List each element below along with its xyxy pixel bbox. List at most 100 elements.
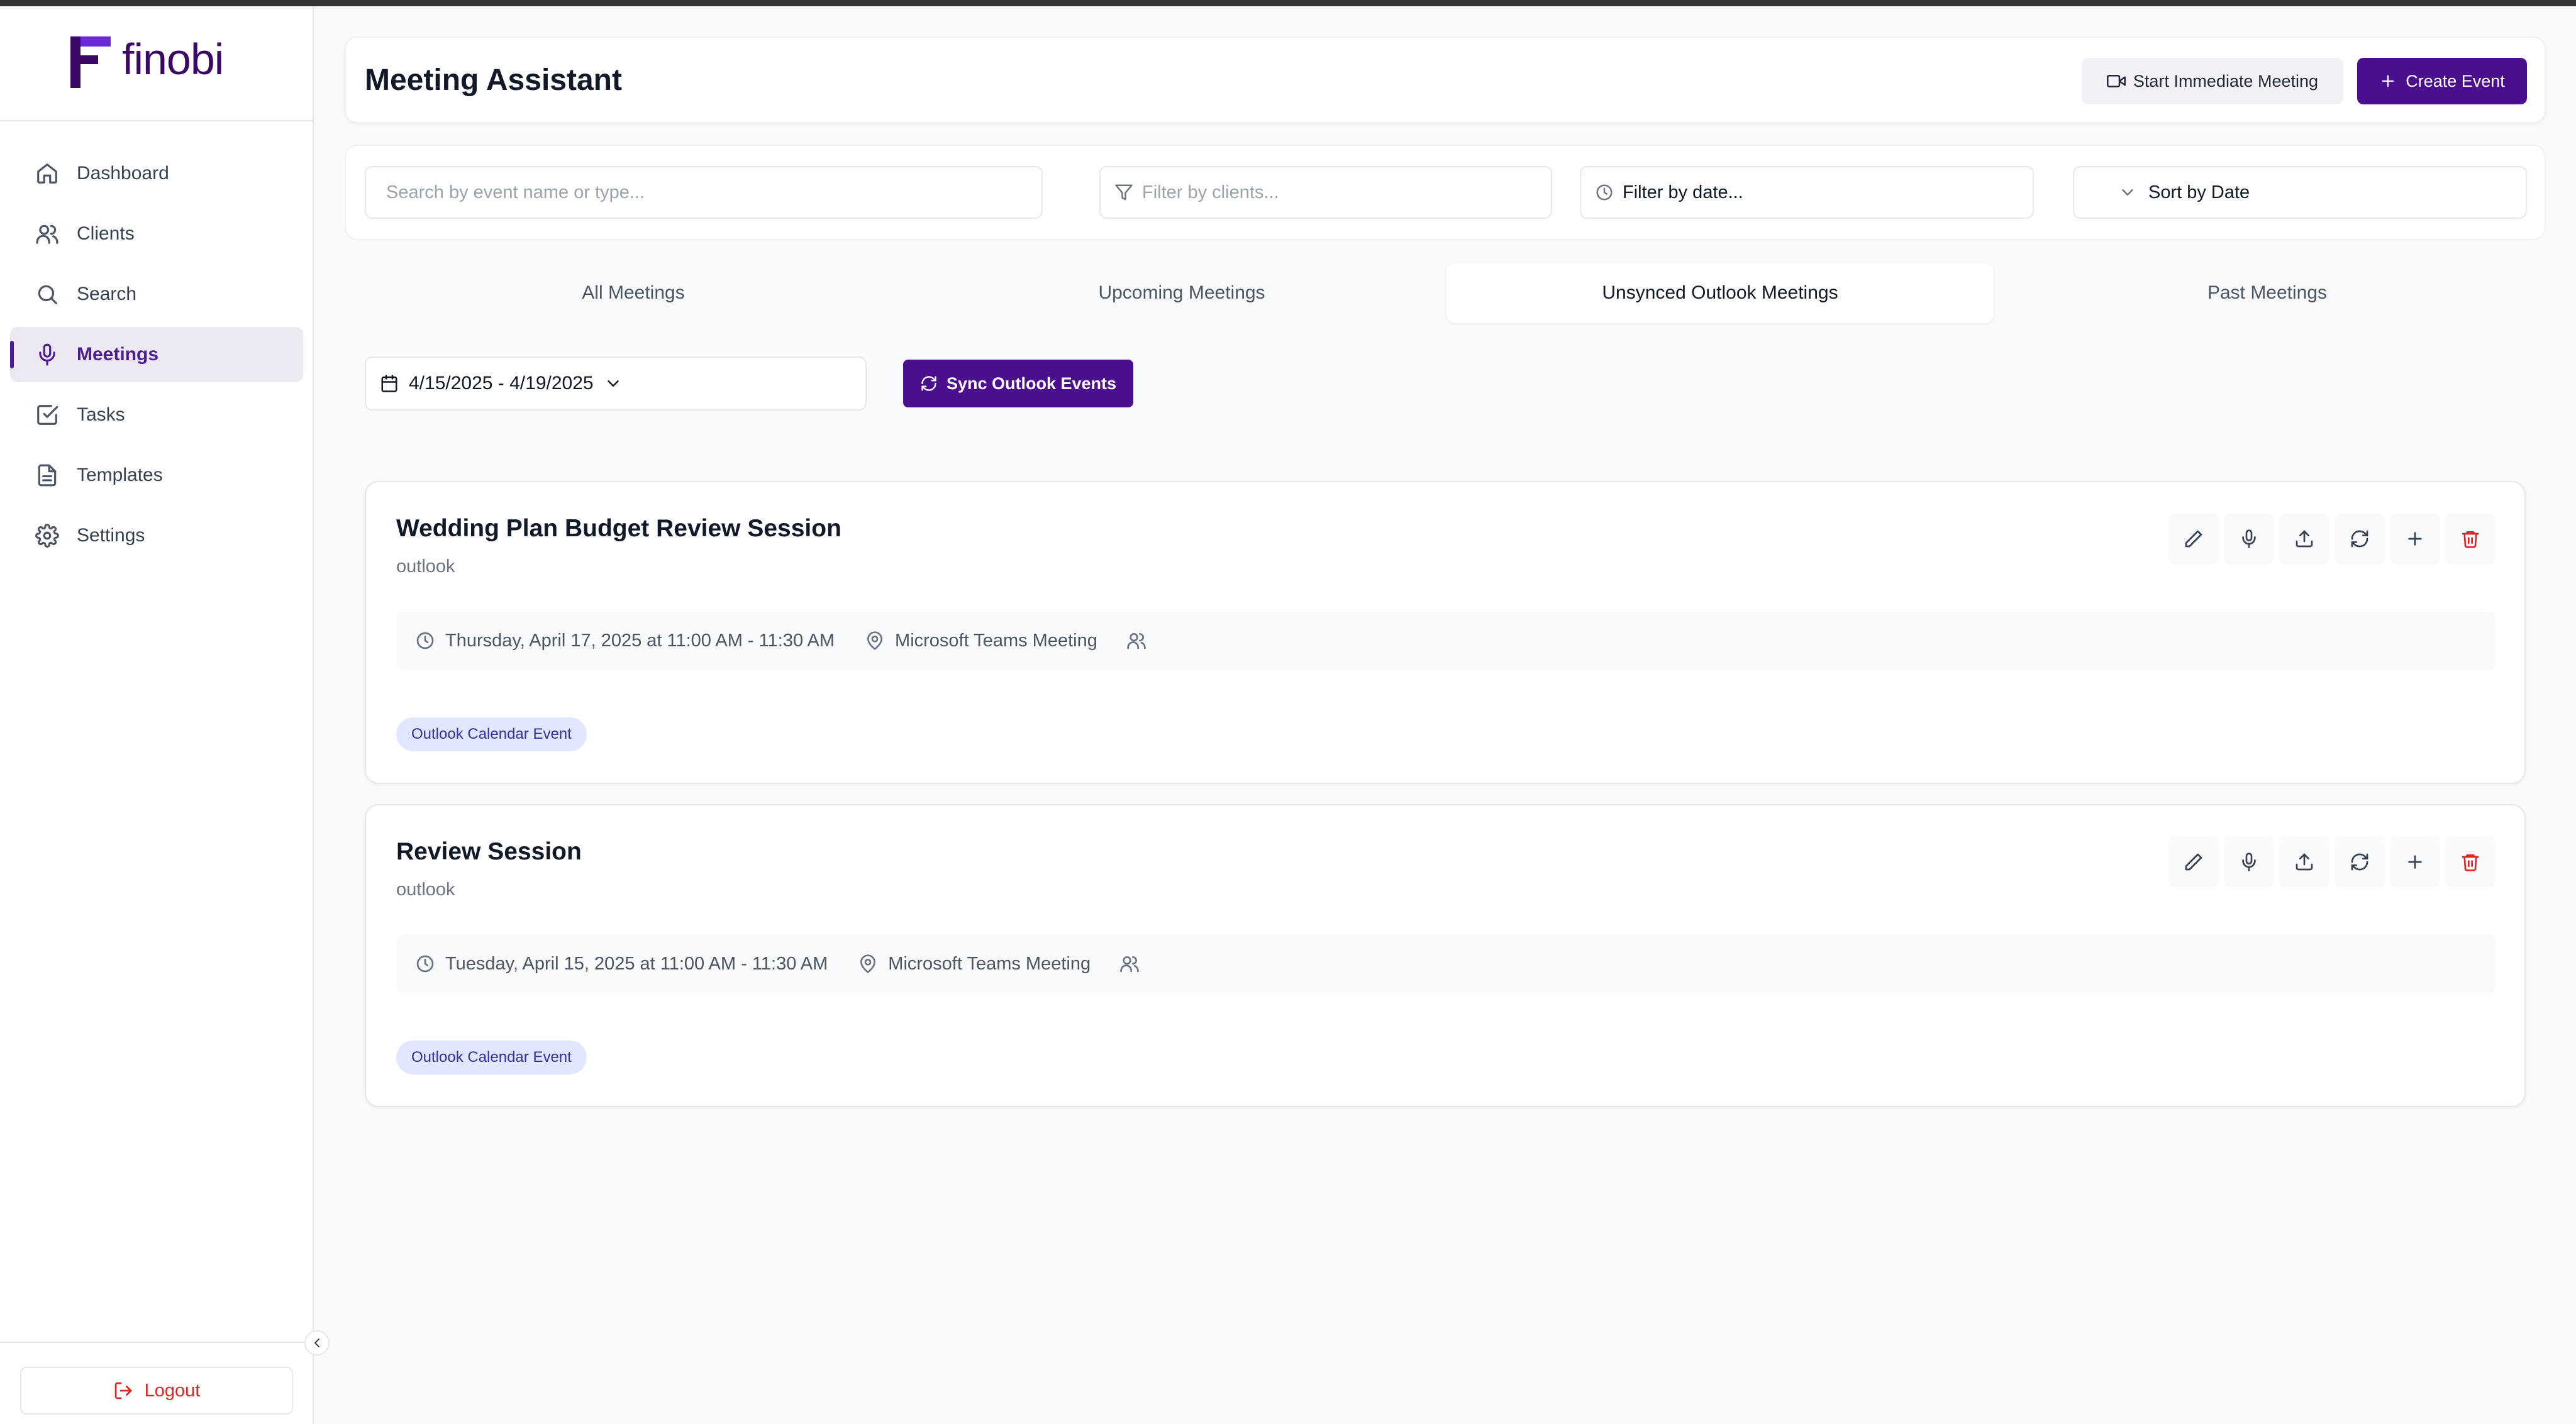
add-meeting-button[interactable] <box>2390 837 2440 887</box>
plus-icon <box>2405 529 2425 549</box>
map-pin-icon <box>865 631 885 651</box>
sync-outlook-events-button[interactable]: Sync Outlook Events <box>903 360 1133 407</box>
add-meeting-button[interactable] <box>2390 514 2440 564</box>
meeting-details: Tuesday, April 15, 2025 at 11:00 AM - 11… <box>396 935 2496 993</box>
edit-meeting-button[interactable] <box>2168 514 2219 564</box>
window-top-bar <box>0 0 2576 6</box>
sidebar-item-meetings[interactable]: Meetings <box>10 327 303 382</box>
delete-meeting-button[interactable] <box>2445 514 2496 564</box>
sidebar-item-label: Settings <box>77 525 145 546</box>
sidebar-item-settings[interactable]: Settings <box>10 508 303 563</box>
record-meeting-button[interactable] <box>2224 514 2274 564</box>
meeting-card[interactable]: Wedding Plan Budget Review Session outlo… <box>365 481 2526 784</box>
page-header: Meeting Assistant Start Immediate Meetin… <box>345 36 2546 123</box>
chevron-left-icon <box>309 1335 325 1350</box>
clock-icon <box>415 631 435 651</box>
filter-date-label: Filter by date... <box>1623 182 1743 202</box>
meeting-card[interactable]: Review Session outlook Tuesday, April 15… <box>365 804 2526 1107</box>
logout-icon <box>113 1381 133 1401</box>
checkbox-icon <box>35 403 59 427</box>
meeting-actions <box>2168 837 2496 887</box>
sort-select[interactable]: Sort by Date <box>2073 166 2527 219</box>
create-event-label: Create Event <box>2406 71 2505 91</box>
document-icon <box>35 463 59 487</box>
gear-icon <box>35 524 59 548</box>
delete-meeting-button[interactable] <box>2445 837 2496 887</box>
meeting-location: Microsoft Teams Meeting <box>888 953 1091 974</box>
meeting-tabs: All Meetings Upcoming Meetings Unsynced … <box>360 263 2546 323</box>
search-events-input[interactable]: Search by event name or type... <box>365 166 1043 219</box>
video-camera-icon <box>2106 72 2126 91</box>
search-placeholder: Search by event name or type... <box>386 182 645 202</box>
attendees-icon[interactable] <box>1119 954 1140 974</box>
collapse-sidebar-button[interactable] <box>304 1330 330 1355</box>
meeting-time: Tuesday, April 15, 2025 at 11:00 AM - 11… <box>445 953 828 974</box>
refresh-icon <box>920 375 938 392</box>
date-range-picker[interactable]: 4/15/2025 - 4/19/2025 <box>365 356 867 411</box>
sidebar-item-search[interactable]: Search <box>10 267 303 322</box>
sidebar: finobi Dashboard Clients Search Meetings… <box>0 6 314 1424</box>
sidebar-item-templates[interactable]: Templates <box>10 448 303 503</box>
refresh-icon <box>2350 529 2370 549</box>
meeting-time: Thursday, April 17, 2025 at 11:00 AM - 1… <box>445 630 835 651</box>
sidebar-item-tasks[interactable]: Tasks <box>10 387 303 443</box>
upload-recording-button[interactable] <box>2279 514 2329 564</box>
meeting-title: Review Session <box>396 838 582 865</box>
create-event-button[interactable]: Create Event <box>2357 58 2527 104</box>
filter-date-button[interactable]: Filter by date... <box>1580 166 2034 219</box>
brand-logo[interactable]: finobi <box>0 6 313 121</box>
page-title: Meeting Assistant <box>365 63 622 97</box>
upload-recording-button[interactable] <box>2279 837 2329 887</box>
users-icon <box>35 222 59 246</box>
sidebar-nav: Dashboard Clients Search Meetings Tasks … <box>10 146 303 568</box>
meeting-title: Wedding Plan Budget Review Session <box>396 515 841 542</box>
meeting-details: Thursday, April 17, 2025 at 11:00 AM - 1… <box>396 612 2496 670</box>
sidebar-item-label: Meetings <box>77 344 159 365</box>
tab-upcoming-meetings[interactable]: Upcoming Meetings <box>908 263 1455 323</box>
refresh-icon <box>2350 852 2370 872</box>
tab-unsynced-outlook-meetings[interactable]: Unsynced Outlook Meetings <box>1446 263 1994 323</box>
upload-icon <box>2294 852 2314 872</box>
meeting-location: Microsoft Teams Meeting <box>895 630 1097 651</box>
tab-all-meetings[interactable]: All Meetings <box>360 263 907 323</box>
search-icon <box>35 282 59 306</box>
sync-meeting-button[interactable] <box>2334 837 2385 887</box>
filter-bar: Search by event name or type... Filter b… <box>345 145 2546 240</box>
meeting-actions <box>2168 514 2496 564</box>
start-immediate-meeting-label: Start Immediate Meeting <box>2133 71 2319 91</box>
sidebar-item-dashboard[interactable]: Dashboard <box>10 146 303 201</box>
sidebar-item-label: Dashboard <box>77 163 169 184</box>
attendees-icon[interactable] <box>1126 631 1146 651</box>
sort-label: Sort by Date <box>2148 182 2250 202</box>
trash-icon <box>2460 529 2480 549</box>
filter-clients-input[interactable]: Filter by clients... <box>1099 166 1552 219</box>
edit-meeting-button[interactable] <box>2168 837 2219 887</box>
sidebar-item-label: Clients <box>77 223 135 244</box>
brand-name: finobi <box>122 35 224 84</box>
sidebar-item-label: Search <box>77 284 137 304</box>
start-immediate-meeting-button[interactable]: Start Immediate Meeting <box>2082 58 2343 104</box>
microphone-icon <box>2239 529 2259 549</box>
clock-icon <box>415 954 435 974</box>
filter-icon <box>1114 183 1133 202</box>
logout-label: Logout <box>144 1380 201 1401</box>
logout-button[interactable]: Logout <box>20 1367 293 1415</box>
trash-icon <box>2460 852 2480 872</box>
map-pin-icon <box>858 954 878 974</box>
sidebar-footer: Logout <box>0 1342 313 1424</box>
sidebar-item-label: Tasks <box>77 404 125 425</box>
sidebar-item-clients[interactable]: Clients <box>10 206 303 262</box>
pencil-icon <box>2184 529 2204 549</box>
sync-meeting-button[interactable] <box>2334 514 2385 564</box>
upload-icon <box>2294 529 2314 549</box>
plus-icon <box>2379 72 2397 90</box>
chevron-down-icon <box>604 374 623 393</box>
calendar-icon <box>380 374 399 393</box>
record-meeting-button[interactable] <box>2224 837 2274 887</box>
meeting-source: outlook <box>396 556 455 577</box>
tab-past-meetings[interactable]: Past Meetings <box>1994 263 2541 323</box>
finobi-logo-icon <box>70 36 111 88</box>
home-icon <box>35 162 59 185</box>
pencil-icon <box>2184 852 2204 872</box>
microphone-icon <box>35 343 59 367</box>
